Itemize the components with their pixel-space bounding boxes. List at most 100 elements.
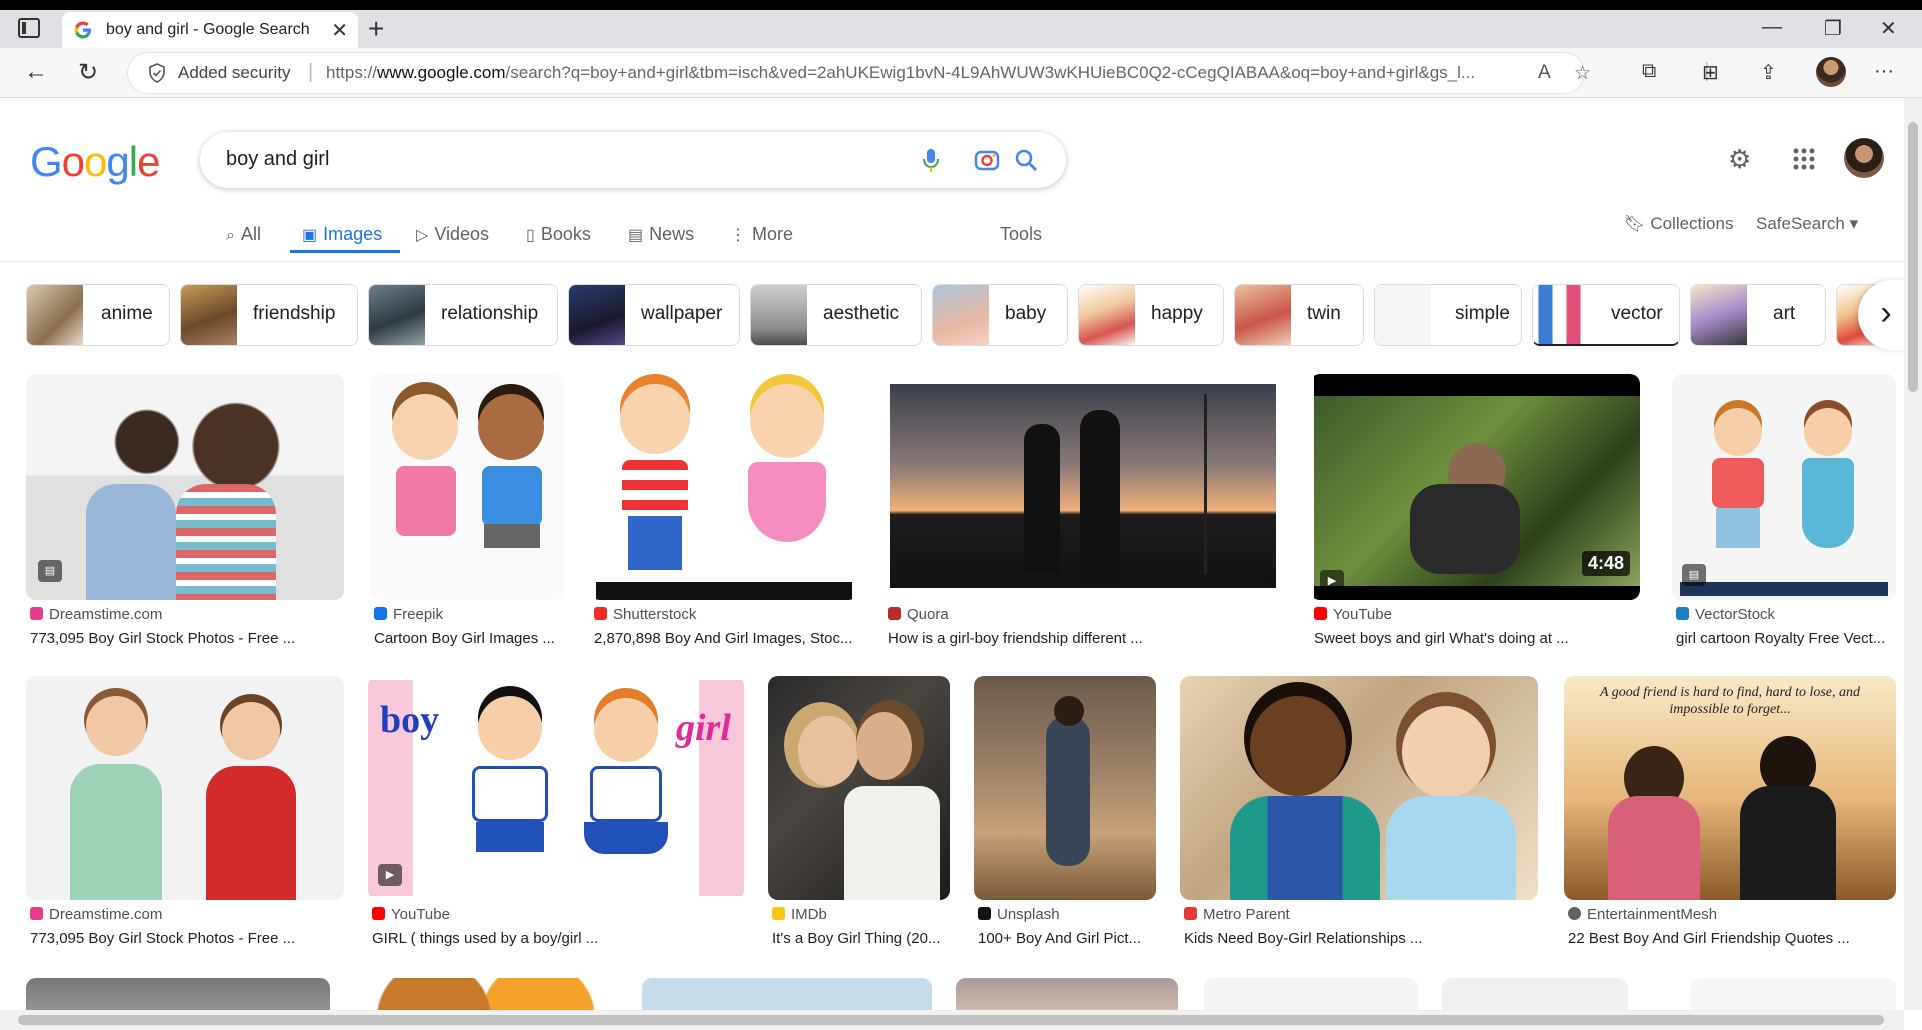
result-source[interactable]: Shutterstock [594, 606, 696, 623]
result-image[interactable]: ▤ [1672, 374, 1896, 600]
browser-profile-avatar[interactable] [1816, 57, 1846, 87]
chip-twin[interactable]: twin [1234, 284, 1364, 346]
apps-grid-icon[interactable] [1793, 148, 1815, 170]
scrollbar-thumb[interactable] [1908, 122, 1918, 392]
result-image[interactable] [26, 676, 344, 900]
chip-vector[interactable]: vector [1532, 284, 1680, 346]
chip-baby[interactable]: baby [932, 284, 1068, 346]
chip-happy[interactable]: happy [1078, 284, 1224, 346]
google-logo[interactable]: Google [30, 138, 160, 186]
chip-art[interactable]: art [1690, 284, 1826, 346]
result-image[interactable] [974, 676, 1156, 900]
result-caption[interactable]: 773,095 Boy Girl Stock Photos - Free ... [30, 930, 348, 947]
settings-more-icon[interactable]: ··· [1874, 60, 1894, 83]
tab-images[interactable]: ▣ Images [302, 224, 382, 245]
restore-icon[interactable]: ❐ [1824, 16, 1842, 41]
extensions-icon[interactable]: ⧉ [1642, 60, 1656, 83]
result-image[interactable]: ▤ [26, 374, 344, 600]
result-source[interactable]: YouTube [1314, 606, 1392, 623]
horizontal-scrollbar[interactable] [0, 1010, 1904, 1030]
url-text[interactable]: https://www.google.com/search?q=boy+and+… [326, 63, 1476, 83]
result-image[interactable] [590, 374, 858, 600]
result-caption[interactable]: Sweet boys and girl What's doing at ... [1314, 630, 1644, 647]
collections-link[interactable]: 🔖︎ Collections [1624, 214, 1733, 234]
result-source[interactable]: Dreamstime.com [30, 906, 162, 923]
result-source[interactable]: YouTube [372, 906, 450, 923]
share-icon[interactable]: ⇪ [1760, 60, 1777, 85]
tab-all[interactable]: ⌕ All [226, 224, 261, 245]
browser-tab[interactable]: boy and girl - Google Search ✕ [62, 12, 358, 48]
result-caption[interactable]: It's a Boy Girl Thing (20... [772, 930, 954, 947]
result-source[interactable]: Freepik [374, 606, 443, 623]
read-aloud-icon[interactable]: A [1538, 62, 1551, 84]
related-chips: anime friendship relationship wallpaper … [26, 284, 1904, 346]
chip-friendship[interactable]: friendship [180, 284, 358, 346]
result-source[interactable]: EntertainmentMesh [1568, 906, 1717, 923]
back-icon[interactable]: ← [24, 58, 48, 86]
result-image[interactable]: 4:48 ▶ [1310, 374, 1640, 600]
image-badge-icon: ▤ [1682, 564, 1706, 586]
bookmark-icon: 🔖︎ [1624, 214, 1651, 233]
result-caption[interactable]: Cartoon Boy Girl Images ... [374, 630, 568, 647]
result-source[interactable]: Unsplash [978, 906, 1060, 923]
tab-books[interactable]: ▯ Books [526, 224, 591, 245]
result-caption[interactable]: 22 Best Boy And Girl Friendship Quotes .… [1568, 930, 1900, 947]
collections-toolbar-icon[interactable]: ⊞ [1702, 60, 1719, 85]
tools-button[interactable]: Tools [1000, 224, 1042, 245]
result-source[interactable]: Dreamstime.com [30, 606, 162, 623]
vertical-scrollbar[interactable] [1904, 98, 1922, 1010]
refresh-icon[interactable]: ↻ [78, 58, 98, 87]
favorite-add-icon[interactable]: ☆ [1574, 62, 1591, 85]
result-source[interactable]: VectorStock [1676, 606, 1775, 623]
result-image[interactable] [768, 676, 950, 900]
result-caption[interactable]: 100+ Boy And Girl Pict... [978, 930, 1160, 947]
image-quote-text: A good friend is hard to find, hard to l… [1599, 685, 1861, 717]
search-input[interactable]: boy and girl [226, 148, 329, 171]
chip-relationship[interactable]: relationship [368, 284, 558, 346]
result-image[interactable]: boy girl ▶ [368, 676, 744, 900]
result-image[interactable] [884, 374, 1280, 600]
tab-news[interactable]: ▤ News [628, 224, 694, 245]
search-box[interactable]: boy and girl [200, 132, 1066, 188]
address-bar[interactable]: Added security | https://www.google.com/… [128, 53, 1591, 93]
close-window-icon[interactable]: ✕ [1880, 16, 1897, 41]
address-separator: | [308, 61, 314, 83]
chip-simple[interactable]: simple [1374, 284, 1522, 346]
search-type-tabs: ⌕ All ▣ Images ▷ Videos ▯ Books ▤ News ⋮ More … [0, 206, 1904, 262]
book-icon: ▯ [526, 227, 535, 244]
tab-more[interactable]: ⋮ More [730, 224, 793, 245]
result-image[interactable] [370, 374, 564, 600]
result-source[interactable]: Quora [888, 606, 949, 623]
tab-videos[interactable]: ▷ Videos [416, 224, 489, 245]
image-icon: ▣ [302, 227, 318, 244]
minimize-icon[interactable]: — [1762, 16, 1782, 39]
search-icon[interactable] [1014, 148, 1038, 172]
freepik-favicon-icon [374, 607, 387, 620]
result-image[interactable]: A good friend is hard to find, hard to l… [1564, 676, 1896, 900]
result-caption[interactable]: GIRL ( things used by a boy/girl ... [372, 930, 748, 947]
safesearch-dropdown[interactable]: SafeSearch ▾ [1756, 214, 1858, 234]
result-source[interactable]: IMDb [772, 906, 827, 923]
shield-check-icon [149, 63, 165, 83]
chip-wallpaper[interactable]: wallpaper [568, 284, 740, 346]
chip-anime[interactable]: anime [26, 284, 170, 346]
account-avatar[interactable] [1844, 138, 1884, 178]
result-caption[interactable]: Kids Need Boy-Girl Relationships ... [1184, 930, 1542, 947]
close-tab-icon[interactable]: ✕ [331, 18, 348, 43]
result-caption[interactable]: 2,870,898 Boy And Girl Images, Stoc... [594, 630, 862, 647]
lens-camera-icon[interactable] [974, 148, 1000, 172]
tab-actions-icon[interactable] [18, 18, 40, 38]
chip-aesthetic[interactable]: aesthetic [750, 284, 922, 346]
microphone-icon[interactable] [922, 148, 940, 174]
shutterstock-favicon-icon [594, 607, 607, 620]
settings-gear-icon[interactable]: ⚙ [1728, 144, 1751, 175]
horizontal-scrollbar-thumb[interactable] [18, 1015, 1884, 1025]
result-image[interactable] [1180, 676, 1538, 900]
result-caption[interactable]: 773,095 Boy Girl Stock Photos - Free ... [30, 630, 348, 647]
result-source[interactable]: Metro Parent [1184, 906, 1290, 923]
result-caption[interactable]: girl cartoon Royalty Free Vect... [1676, 630, 1900, 647]
search-page: Google boy and girl ⚙ ⌕ All ▣ Images ▷ Vide… [0, 98, 1904, 1010]
new-tab-icon[interactable]: + [368, 13, 384, 45]
active-tab-indicator [290, 250, 400, 253]
result-caption[interactable]: How is a girl-boy friendship different .… [888, 630, 1284, 647]
